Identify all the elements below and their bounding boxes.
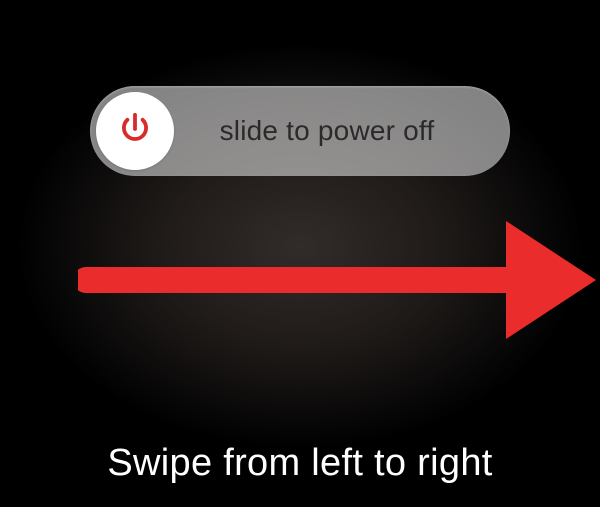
- slider-label: slide to power off: [174, 115, 504, 147]
- instruction-caption: Swipe from left to right: [0, 442, 600, 485]
- power-off-slider[interactable]: slide to power off: [90, 86, 510, 176]
- power-icon: [116, 110, 154, 153]
- slider-handle[interactable]: [96, 92, 174, 170]
